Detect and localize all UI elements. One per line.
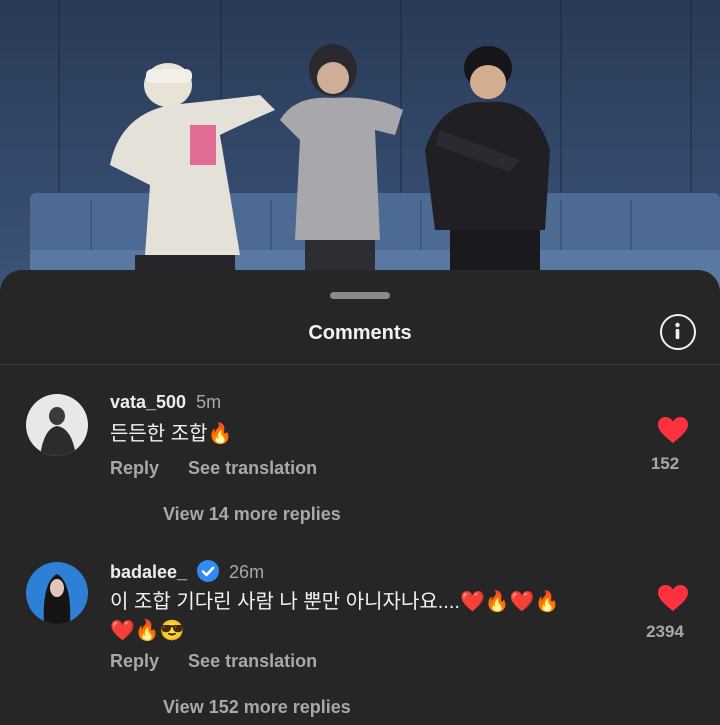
- comment-text-line: ❤️🔥😎: [110, 620, 185, 642]
- comment-text: 이 조합 기다린 사람 나 뿐만 아니자나요....❤️🔥❤️🔥 ❤️🔥😎: [110, 588, 590, 646]
- comment-time: 5m: [196, 392, 222, 412]
- avatar[interactable]: [26, 562, 88, 624]
- dancer-left: [110, 63, 275, 285]
- dancer-middle: [280, 44, 403, 290]
- avatar[interactable]: [26, 394, 88, 456]
- comment-text: 든든한 조합🔥: [110, 423, 233, 445]
- comment-time: 26m: [229, 562, 265, 582]
- verified-badge-icon: [197, 560, 220, 582]
- drag-handle[interactable]: [330, 292, 390, 299]
- heart-icon[interactable]: [657, 416, 689, 444]
- comment-username[interactable]: badalee_ 26m: [110, 560, 264, 583]
- comment-actions: Reply See translation: [110, 458, 341, 479]
- see-translation-button[interactable]: See translation: [188, 458, 317, 478]
- heart-icon[interactable]: [657, 584, 689, 612]
- view-replies-button[interactable]: View 14 more replies: [163, 504, 341, 525]
- view-replies-button[interactable]: View 152 more replies: [163, 697, 351, 718]
- comment-actions: Reply See translation: [110, 651, 341, 672]
- comment-username[interactable]: vata_500 5m: [110, 392, 221, 413]
- comments-sheet: Comments vata_500 5m 든든한 조합🔥 Reply See tr…: [0, 270, 720, 725]
- sheet-title: Comments: [308, 322, 412, 344]
- reply-button[interactable]: Reply: [110, 458, 159, 478]
- video-background[interactable]: [0, 0, 720, 290]
- dancer-right: [425, 46, 550, 290]
- info-icon[interactable]: [660, 314, 696, 350]
- divider: [0, 364, 720, 365]
- see-translation-button[interactable]: See translation: [188, 651, 317, 671]
- reply-button[interactable]: Reply: [110, 651, 159, 671]
- comment-text-line: 이 조합 기다린 사람 나 뿐만 아니자나요....❤️🔥❤️🔥: [110, 591, 560, 613]
- like-count: 152: [650, 454, 680, 473]
- like-count: 2394: [646, 622, 684, 641]
